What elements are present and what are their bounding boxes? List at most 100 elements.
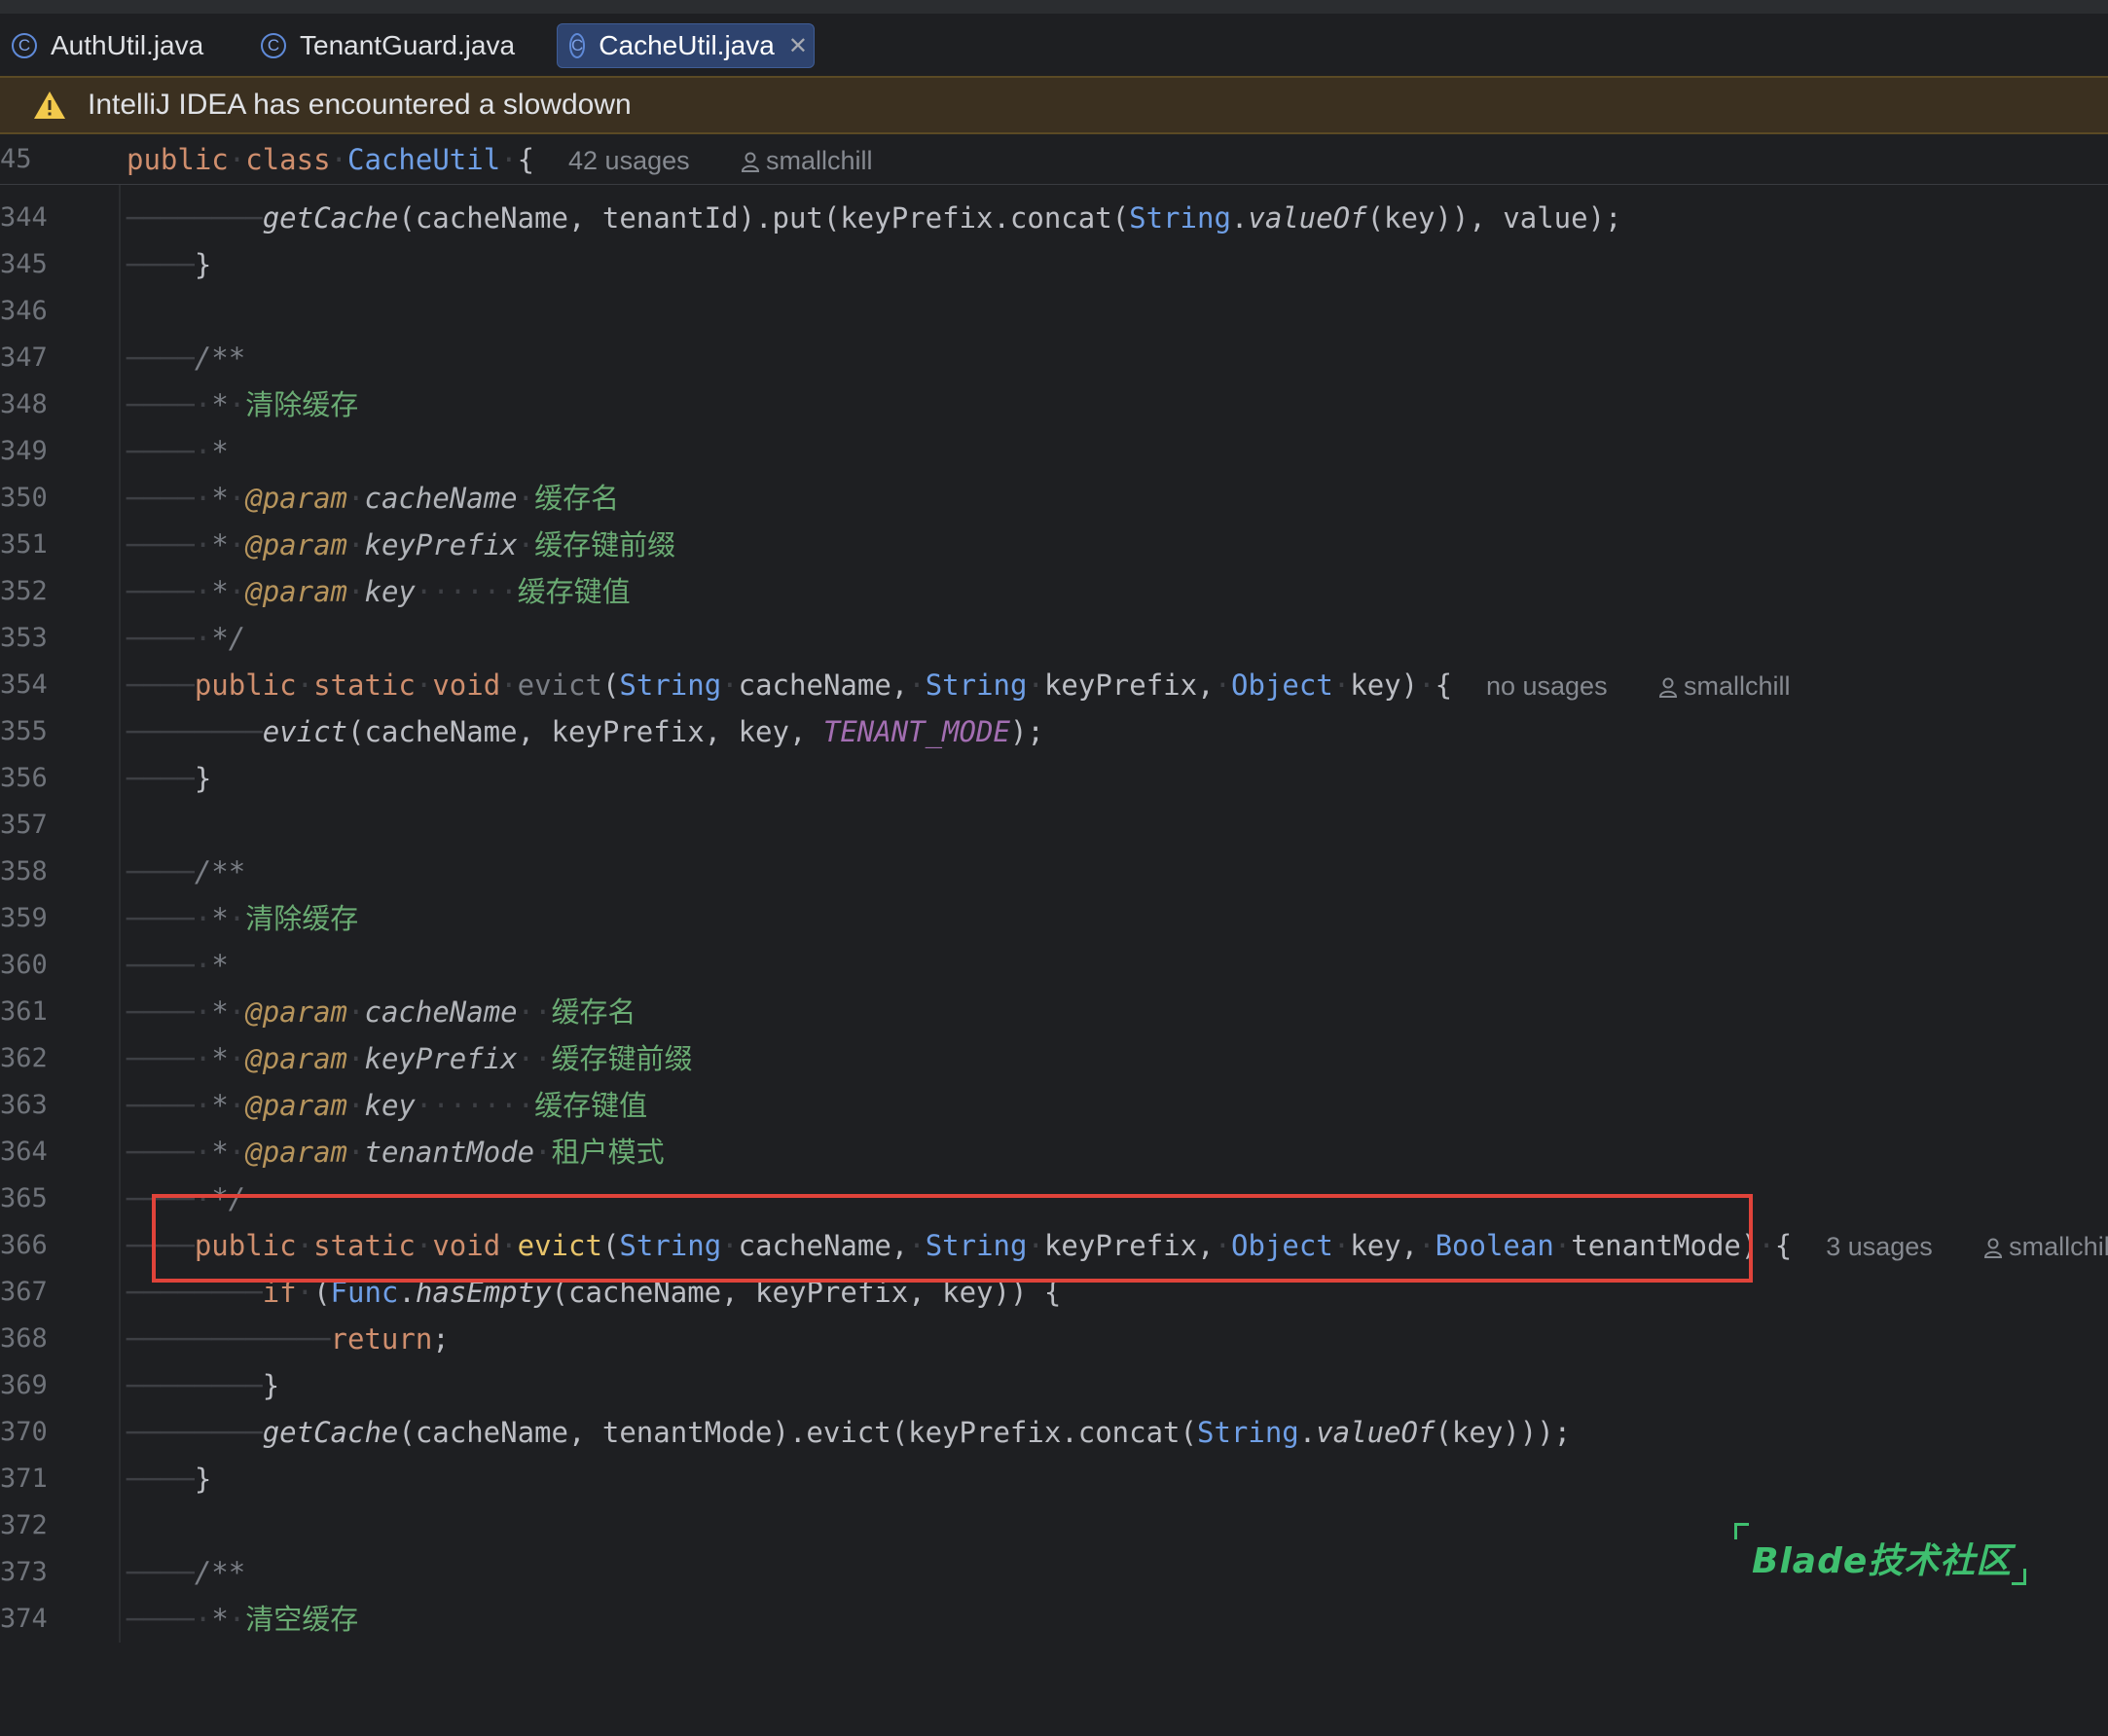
author-hint[interactable]: smallchill (1684, 671, 1791, 701)
code-line[interactable]: 356 ────} (0, 755, 2108, 802)
tab-tenantguard[interactable]: C TenantGuard.java (249, 23, 527, 68)
code-line[interactable]: 344 ────────getCache(cacheName, tenantId… (0, 195, 2108, 241)
line-number: 358 (0, 856, 48, 886)
code: ────/** (127, 342, 246, 375)
code: ────·*·@param·key······缓存键值 (127, 575, 631, 608)
line-number: 368 (0, 1323, 48, 1354)
code-line[interactable]: 347 ────/** (0, 335, 2108, 381)
code: ────·*·@param·keyPrefix·缓存键前缀 (127, 528, 676, 561)
line-number: 45 (0, 144, 32, 174)
line-number: 345 (0, 249, 48, 279)
sticky-line: 45 public·class·CacheUtil·{ 42 usages sm… (0, 136, 2108, 183)
code-line[interactable]: 362 ────·*·@param·keyPrefix··缓存键前缀 (0, 1035, 2108, 1082)
line-number: 370 (0, 1417, 48, 1447)
code-line[interactable]: 370 ────────getCache(cacheName, tenantMo… (0, 1409, 2108, 1456)
watermark-bracket-left (1734, 1523, 1749, 1539)
code-line[interactable]: 363 ────·*·@param·key·······缓存键值 (0, 1082, 2108, 1129)
code-line[interactable]: 361 ────·*·@param·cacheName··缓存名 (0, 989, 2108, 1035)
line-number: 344 (0, 202, 48, 233)
code: ────────evict(cacheName, keyPrefix, key,… (127, 715, 1044, 748)
code: ────────────return; (127, 1322, 450, 1356)
line-number: 360 (0, 950, 48, 980)
line-number: 352 (0, 576, 48, 606)
code-line[interactable]: 364 ────·*·@param·tenantMode·租户模式 (0, 1129, 2108, 1175)
line-number: 364 (0, 1137, 48, 1167)
code-line[interactable]: 368 ────────────return; (0, 1316, 2108, 1362)
line-number: 355 (0, 716, 48, 746)
line-number: 356 (0, 763, 48, 793)
code: ────·*·@param·cacheName·缓存名 (127, 482, 620, 515)
banner-text: IntelliJ IDEA has encountered a slowdown (88, 89, 632, 121)
code: ────·*·@param·keyPrefix··缓存键前缀 (127, 1042, 693, 1075)
line-number: 362 (0, 1043, 48, 1073)
code-line[interactable]: 354 ────public·static·void·evict(String·… (0, 662, 2108, 708)
watermark-text: Blade技术社区 (1752, 1541, 2013, 1581)
code-line[interactable]: 345 ────} (0, 241, 2108, 288)
code-line[interactable]: 348 ────·*·清除缓存 (0, 381, 2108, 428)
line-number: 371 (0, 1464, 48, 1494)
code: ────public·static·void·evict(String·cach… (127, 669, 1791, 702)
line-number: 350 (0, 483, 48, 513)
sticky-class-header[interactable]: 45 public·class·CacheUtil·{ 42 usages sm… (0, 134, 2108, 185)
line-number: 361 (0, 996, 48, 1027)
code-line[interactable]: 360 ────·* (0, 942, 2108, 989)
line-number: 367 (0, 1277, 48, 1307)
slowdown-banner: IntelliJ IDEA has encountered a slowdown (0, 76, 2108, 134)
class-icon: C (12, 33, 37, 58)
code-line[interactable]: 371 ────} (0, 1456, 2108, 1502)
close-icon[interactable]: ✕ (788, 32, 808, 60)
line-number: 354 (0, 669, 48, 700)
code: ────·*/ (127, 622, 246, 655)
author-hint[interactable]: smallchill (766, 146, 873, 175)
line-number: 373 (0, 1557, 48, 1587)
line-number: 357 (0, 810, 48, 840)
author-hint[interactable]: smallchill (2009, 1232, 2108, 1261)
line-number: 363 (0, 1090, 48, 1120)
code-line[interactable]: 352 ────·*·@param·key······缓存键值 (0, 568, 2108, 615)
code-line[interactable]: 350 ────·*·@param·cacheName·缓存名 (0, 475, 2108, 522)
code-line[interactable]: 351 ────·*·@param·keyPrefix·缓存键前缀 (0, 522, 2108, 568)
code-line[interactable]: 349 ────·* (0, 428, 2108, 475)
code: ────/** (127, 855, 246, 888)
line-number: 351 (0, 529, 48, 560)
code-line[interactable]: 346 (0, 288, 2108, 335)
tab-cacheutil[interactable]: C CacheUtil.java ✕ (557, 23, 815, 68)
code-line[interactable]: 369 ────────} (0, 1362, 2108, 1409)
tab-label: TenantGuard.java (300, 30, 516, 60)
code: ────} (127, 762, 212, 795)
window-top-strip (0, 0, 2108, 14)
code: ────·*·@param·tenantMode·租户模式 (127, 1136, 665, 1169)
editor-tab-bar: C AuthUtil.java C TenantGuard.java C Cac… (0, 14, 2108, 77)
line-number: 359 (0, 903, 48, 933)
code-line[interactable]: 358 ────/** (0, 849, 2108, 895)
code-line[interactable]: 355 ────────evict(cacheName, keyPrefix, … (0, 708, 2108, 755)
highlight-box (152, 1194, 1753, 1283)
code: ────────getCache(cacheName, tenantId).pu… (127, 201, 1622, 235)
code: ────·*·@param·key·······缓存键值 (127, 1089, 648, 1122)
code: ────────getCache(cacheName, tenantMode).… (127, 1416, 1572, 1449)
user-icon (1984, 1238, 2003, 1258)
code: public·class·CacheUtil·{ 42 usages small… (127, 143, 873, 176)
code: ────·*·清空缓存 (127, 1603, 359, 1636)
code-line[interactable]: 374 ────·*·清空缓存 (0, 1596, 2108, 1643)
code: ────} (127, 1463, 212, 1496)
code-line[interactable]: 357 (0, 802, 2108, 849)
code-line[interactable]: 353 ────·*/ (0, 615, 2108, 662)
user-icon (1658, 677, 1677, 698)
usages-hint[interactable]: no usages (1486, 671, 1608, 701)
code: ────·*·清除缓存 (127, 388, 359, 421)
line-number: 366 (0, 1230, 48, 1260)
warning-icon (34, 91, 65, 119)
code: ────────} (127, 1369, 280, 1402)
code-line[interactable]: 359 ────·*·清除缓存 (0, 895, 2108, 942)
line-number: 349 (0, 436, 48, 466)
code: ────·*·@param·cacheName··缓存名 (127, 995, 636, 1029)
code: ────·* (127, 949, 229, 982)
line-number: 369 (0, 1370, 48, 1400)
usages-hint[interactable]: 42 usages (568, 146, 690, 175)
line-number: 346 (0, 296, 48, 326)
usages-hint[interactable]: 3 usages (1826, 1232, 1933, 1261)
tab-authutil[interactable]: C AuthUtil.java (0, 23, 215, 68)
tab-label: AuthUtil.java (51, 30, 204, 60)
tab-label: CacheUtil.java (599, 30, 775, 60)
